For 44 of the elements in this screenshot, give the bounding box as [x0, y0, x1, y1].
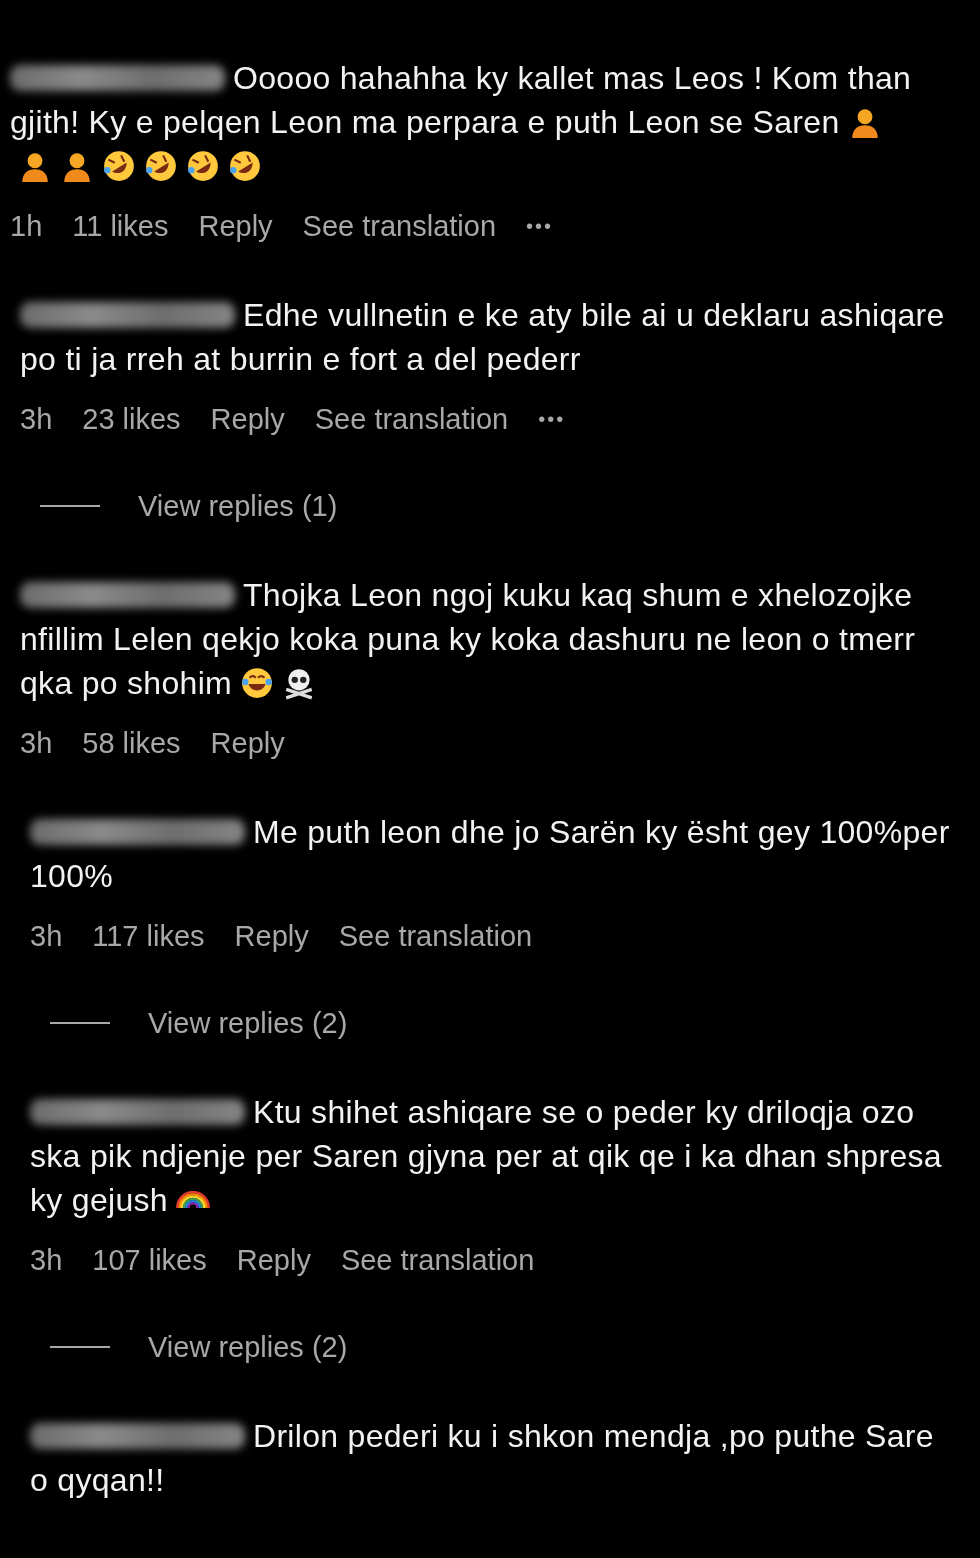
comment-text: Thojka Leon ngoj kuku kaq shum e xhelozojke — [243, 576, 913, 614]
likes-count: 23 likes — [82, 402, 181, 436]
comment-text: 100% — [30, 857, 114, 895]
rainbow-icon — [175, 1191, 210, 1209]
laughing-emoji-icon — [186, 149, 220, 183]
comment-text: Drilon pederi ku i shkon mendja ,po puthe Sare — [253, 1417, 934, 1455]
comment-text: qka po shohim — [20, 664, 233, 702]
comment-time: 3h — [30, 919, 63, 953]
translation-link[interactable]: See translation — [338, 919, 533, 953]
likes-count: 58 likes — [82, 726, 181, 760]
laughing-emoji-icon — [228, 149, 262, 183]
translation-link[interactable]: See translation — [340, 1243, 535, 1277]
comment-text: Me puth leon dhe jo Sarën ky ësht gey 100%per — [253, 813, 950, 851]
reply-link[interactable]: Reply — [198, 209, 273, 243]
likes-count: 11 likes — [72, 209, 169, 243]
reply-link[interactable]: Reply — [210, 726, 285, 760]
comment-text: ska pik ndjenje per Saren gjyna per at qik qe i ka dhan shpresa — [30, 1137, 942, 1175]
comment-time: 3h — [30, 1243, 63, 1277]
comment-text: nfillim Lelen qekjo koka puna ky koka dashuru ne leon o tmerr — [20, 620, 916, 658]
reply-link[interactable]: Reply — [210, 402, 285, 436]
likes-count: 117 likes — [92, 919, 205, 953]
comment-time: 1h — [10, 209, 43, 243]
comment-text: Ooooo hahahha ky kallet mas Leos ! Kom than — [233, 59, 912, 97]
comment-text: po ti ja rreh at burrin e fort a del pederr — [20, 340, 581, 378]
reply-link[interactable]: Reply — [236, 1243, 311, 1277]
comment-text: gjith! Ky e pelqen Leon ma perpara e puth Leon se Saren — [10, 103, 840, 141]
view-replies-button[interactable]: View replies (2) — [148, 1330, 348, 1364]
laughing-emoji-icon — [240, 666, 275, 700]
more-options-button[interactable]: ••• — [538, 407, 566, 431]
comment-text: Ktu shihet ashiqare se o peder ky driloqja ozo — [253, 1093, 915, 1131]
translation-link[interactable]: See translation — [314, 402, 509, 436]
comment-time: 3h — [20, 726, 53, 760]
comment-text: ky gejush — [30, 1181, 168, 1219]
view-replies-button[interactable]: View replies (1) — [138, 489, 338, 523]
comment-text: o qyqan!! — [30, 1461, 165, 1499]
reply-link[interactable]: Reply — [234, 919, 309, 953]
comment-time: 3h — [20, 402, 53, 436]
laughing-emoji-icon — [144, 149, 178, 183]
translation-link[interactable]: See translation — [302, 209, 497, 243]
laughing-emoji-icon — [102, 149, 136, 183]
likes-count: 107 likes — [92, 1243, 207, 1277]
comment-text: Edhe vullnetin e ke aty bile ai u deklaru ashiqare — [243, 296, 945, 334]
more-options-button[interactable]: ••• — [526, 214, 554, 238]
view-replies-button[interactable]: View replies (2) — [148, 1006, 348, 1040]
